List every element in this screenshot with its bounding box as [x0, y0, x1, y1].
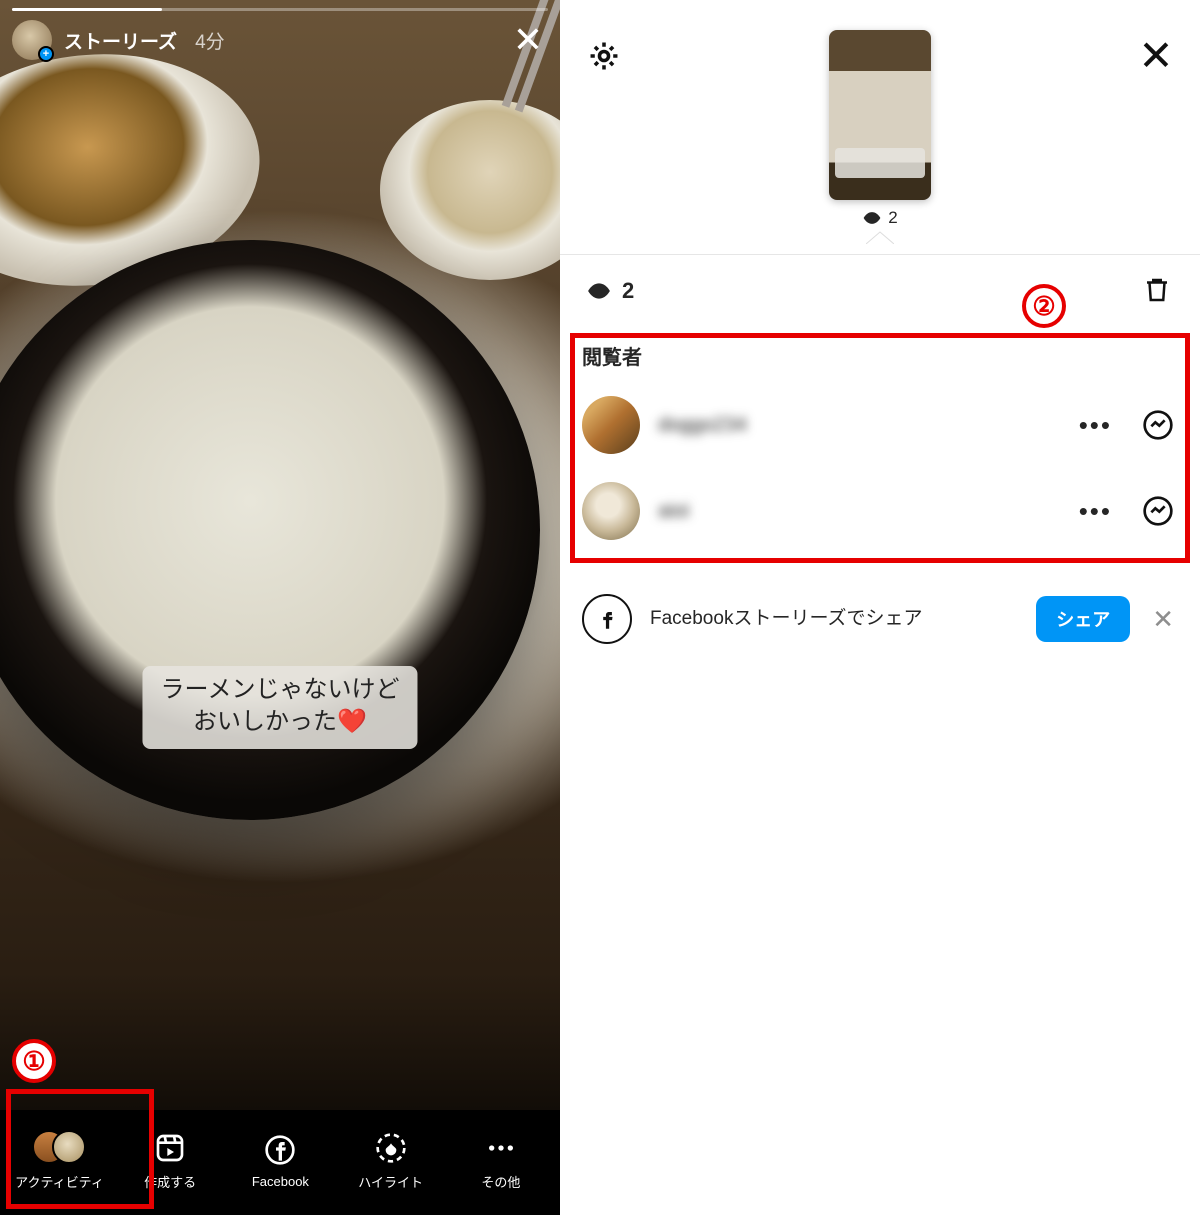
create-button[interactable]: 作成する: [126, 1130, 214, 1191]
view-count: 2: [586, 278, 634, 304]
more-label: その他: [481, 1172, 520, 1191]
facebook-label: Facebook: [252, 1174, 309, 1189]
story-image[interactable]: [0, 0, 560, 1215]
close-button[interactable]: ✕: [1136, 36, 1176, 76]
viewer-avatar[interactable]: [582, 396, 640, 454]
facebook-button[interactable]: Facebook: [236, 1132, 324, 1189]
highlight-label: ハイライト: [358, 1172, 423, 1191]
facebook-share-text: Facebookストーリーズでシェア: [650, 606, 1018, 632]
gear-icon: [587, 39, 621, 73]
messenger-icon: [1142, 495, 1174, 527]
trash-icon: [1142, 275, 1172, 305]
viewer-username[interactable]: aioi: [658, 500, 1053, 523]
activity-button[interactable]: アクティビティ: [15, 1130, 104, 1191]
viewer-more-button[interactable]: •••: [1071, 496, 1120, 527]
viewers-heading: 閲覧者: [560, 325, 1200, 382]
close-icon[interactable]: ✕: [508, 22, 548, 58]
story-view-panel: + ストーリーズ 4分 ✕ ラーメンじゃないけど おいしかった❤️ アクティビテ…: [0, 0, 560, 1215]
viewer-row[interactable]: aioi •••: [560, 468, 1200, 554]
caption-line-2: おいしかった❤️: [160, 706, 399, 738]
heart-icon: ❤️: [337, 708, 367, 735]
story-thumbnail-area: 2: [829, 30, 931, 244]
highlight-icon: [373, 1130, 409, 1166]
story-viewers-panel: 2 ✕ 2 閲覧者 doggo234 ••• aioi •••: [560, 0, 1200, 1215]
viewer-username[interactable]: doggo234: [658, 414, 1053, 437]
facebook-icon: [262, 1132, 298, 1168]
story-timestamp: 4分: [195, 27, 225, 54]
share-button[interactable]: シェア: [1036, 596, 1130, 642]
highlight-button[interactable]: ハイライト: [347, 1130, 435, 1191]
activity-label: アクティビティ: [15, 1172, 104, 1191]
dismiss-share-button[interactable]: ✕: [1148, 604, 1178, 635]
viewer-avatar[interactable]: [582, 482, 640, 540]
messenger-icon: [1142, 409, 1174, 441]
add-story-plus-icon: +: [38, 46, 54, 62]
settings-button[interactable]: [584, 36, 624, 76]
more-button[interactable]: その他: [457, 1130, 545, 1191]
user-avatar[interactable]: +: [12, 20, 52, 60]
eye-icon: [862, 208, 882, 228]
create-label: 作成する: [144, 1172, 196, 1191]
facebook-icon: [582, 594, 632, 644]
viewer-row[interactable]: doggo234 •••: [560, 382, 1200, 468]
viewers-top-row: 2 ✕: [560, 0, 1200, 244]
story-header: + ストーリーズ 4分 ✕: [12, 20, 548, 60]
thumbnail-view-count: 2: [862, 208, 897, 228]
selected-indicator-icon: [866, 230, 894, 244]
view-count-row: 2: [560, 255, 1200, 325]
story-title: ストーリーズ: [64, 27, 177, 54]
story-progress-fill: [12, 8, 162, 11]
story-progress-bar[interactable]: [12, 8, 548, 11]
story-bottom-toolbar: アクティビティ 作成する Facebook ハイライト その他: [0, 1110, 560, 1215]
create-reel-icon: [152, 1130, 188, 1166]
message-button[interactable]: [1138, 405, 1178, 445]
eye-icon: [586, 278, 612, 304]
annotation-badge-2: ②: [1022, 284, 1066, 328]
caption-line-1: ラーメンじゃないけど: [160, 674, 399, 706]
facebook-share-row: Facebookストーリーズでシェア シェア ✕: [560, 576, 1200, 662]
more-icon: [483, 1130, 519, 1166]
annotation-badge-1: ①: [12, 1039, 56, 1083]
story-thumbnail[interactable]: [829, 30, 931, 200]
delete-button[interactable]: [1142, 275, 1174, 307]
message-button[interactable]: [1138, 491, 1178, 531]
viewer-more-button[interactable]: •••: [1071, 410, 1120, 441]
viewer-avatars-icon: [32, 1130, 88, 1166]
story-caption: ラーメンじゃないけど おいしかった❤️: [142, 666, 417, 749]
